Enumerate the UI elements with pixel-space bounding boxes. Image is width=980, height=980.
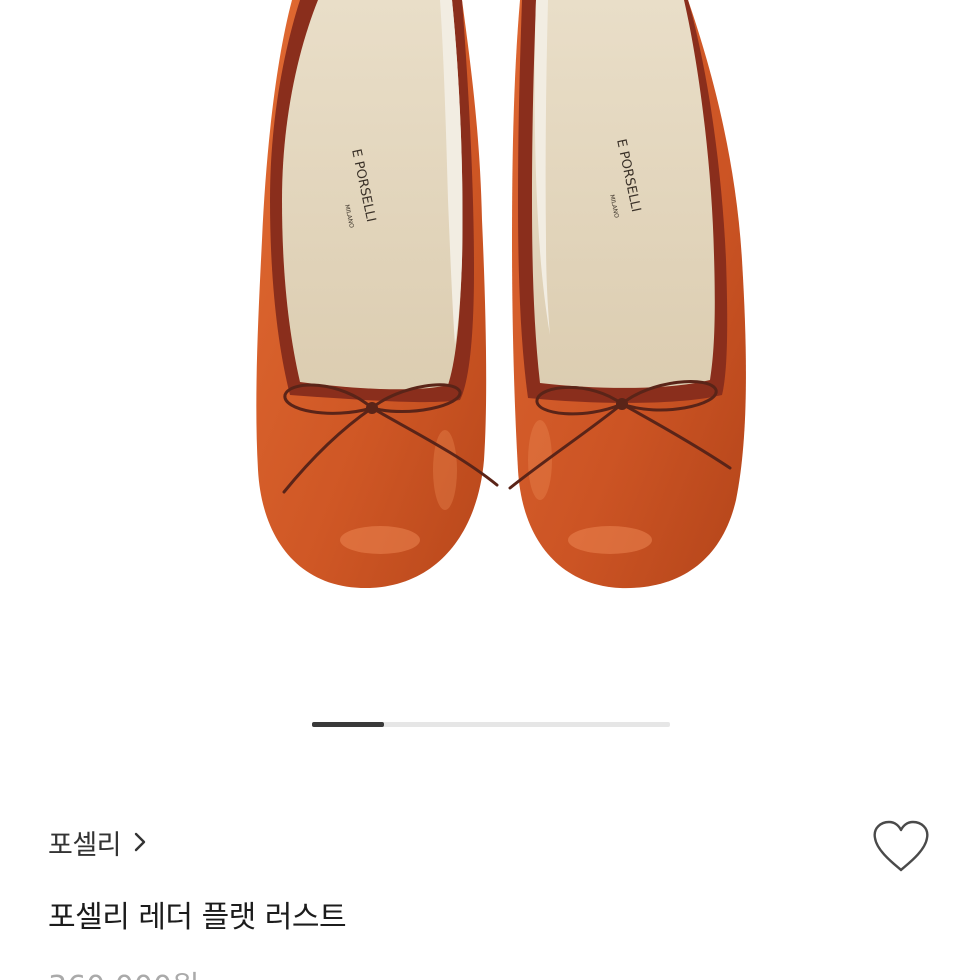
product-detail-page: E PORSELLI MILANO E PORSELLI MILANO 포셀리 … <box>0 0 980 980</box>
shoes-illustration: E PORSELLI MILANO E PORSELLI MILANO <box>256 0 746 589</box>
carousel-progress-fill <box>312 722 384 727</box>
wishlist-button[interactable] <box>868 818 934 880</box>
heart-outline-icon <box>871 820 931 878</box>
brand-name: 포셀리 <box>48 829 122 861</box>
right-shoe: E PORSELLI MILANO <box>508 0 746 589</box>
left-shoe: E PORSELLI MILANO <box>256 0 499 589</box>
chevron-right-icon <box>133 831 147 853</box>
carousel-progress <box>312 722 670 727</box>
brand-link[interactable]: 포셀리 <box>48 820 147 864</box>
product-price: 360,000원 <box>48 962 200 980</box>
product-image[interactable]: E PORSELLI MILANO E PORSELLI MILANO <box>0 0 980 700</box>
product-title: 포셀리 레더 플랫 러스트 <box>48 900 347 935</box>
